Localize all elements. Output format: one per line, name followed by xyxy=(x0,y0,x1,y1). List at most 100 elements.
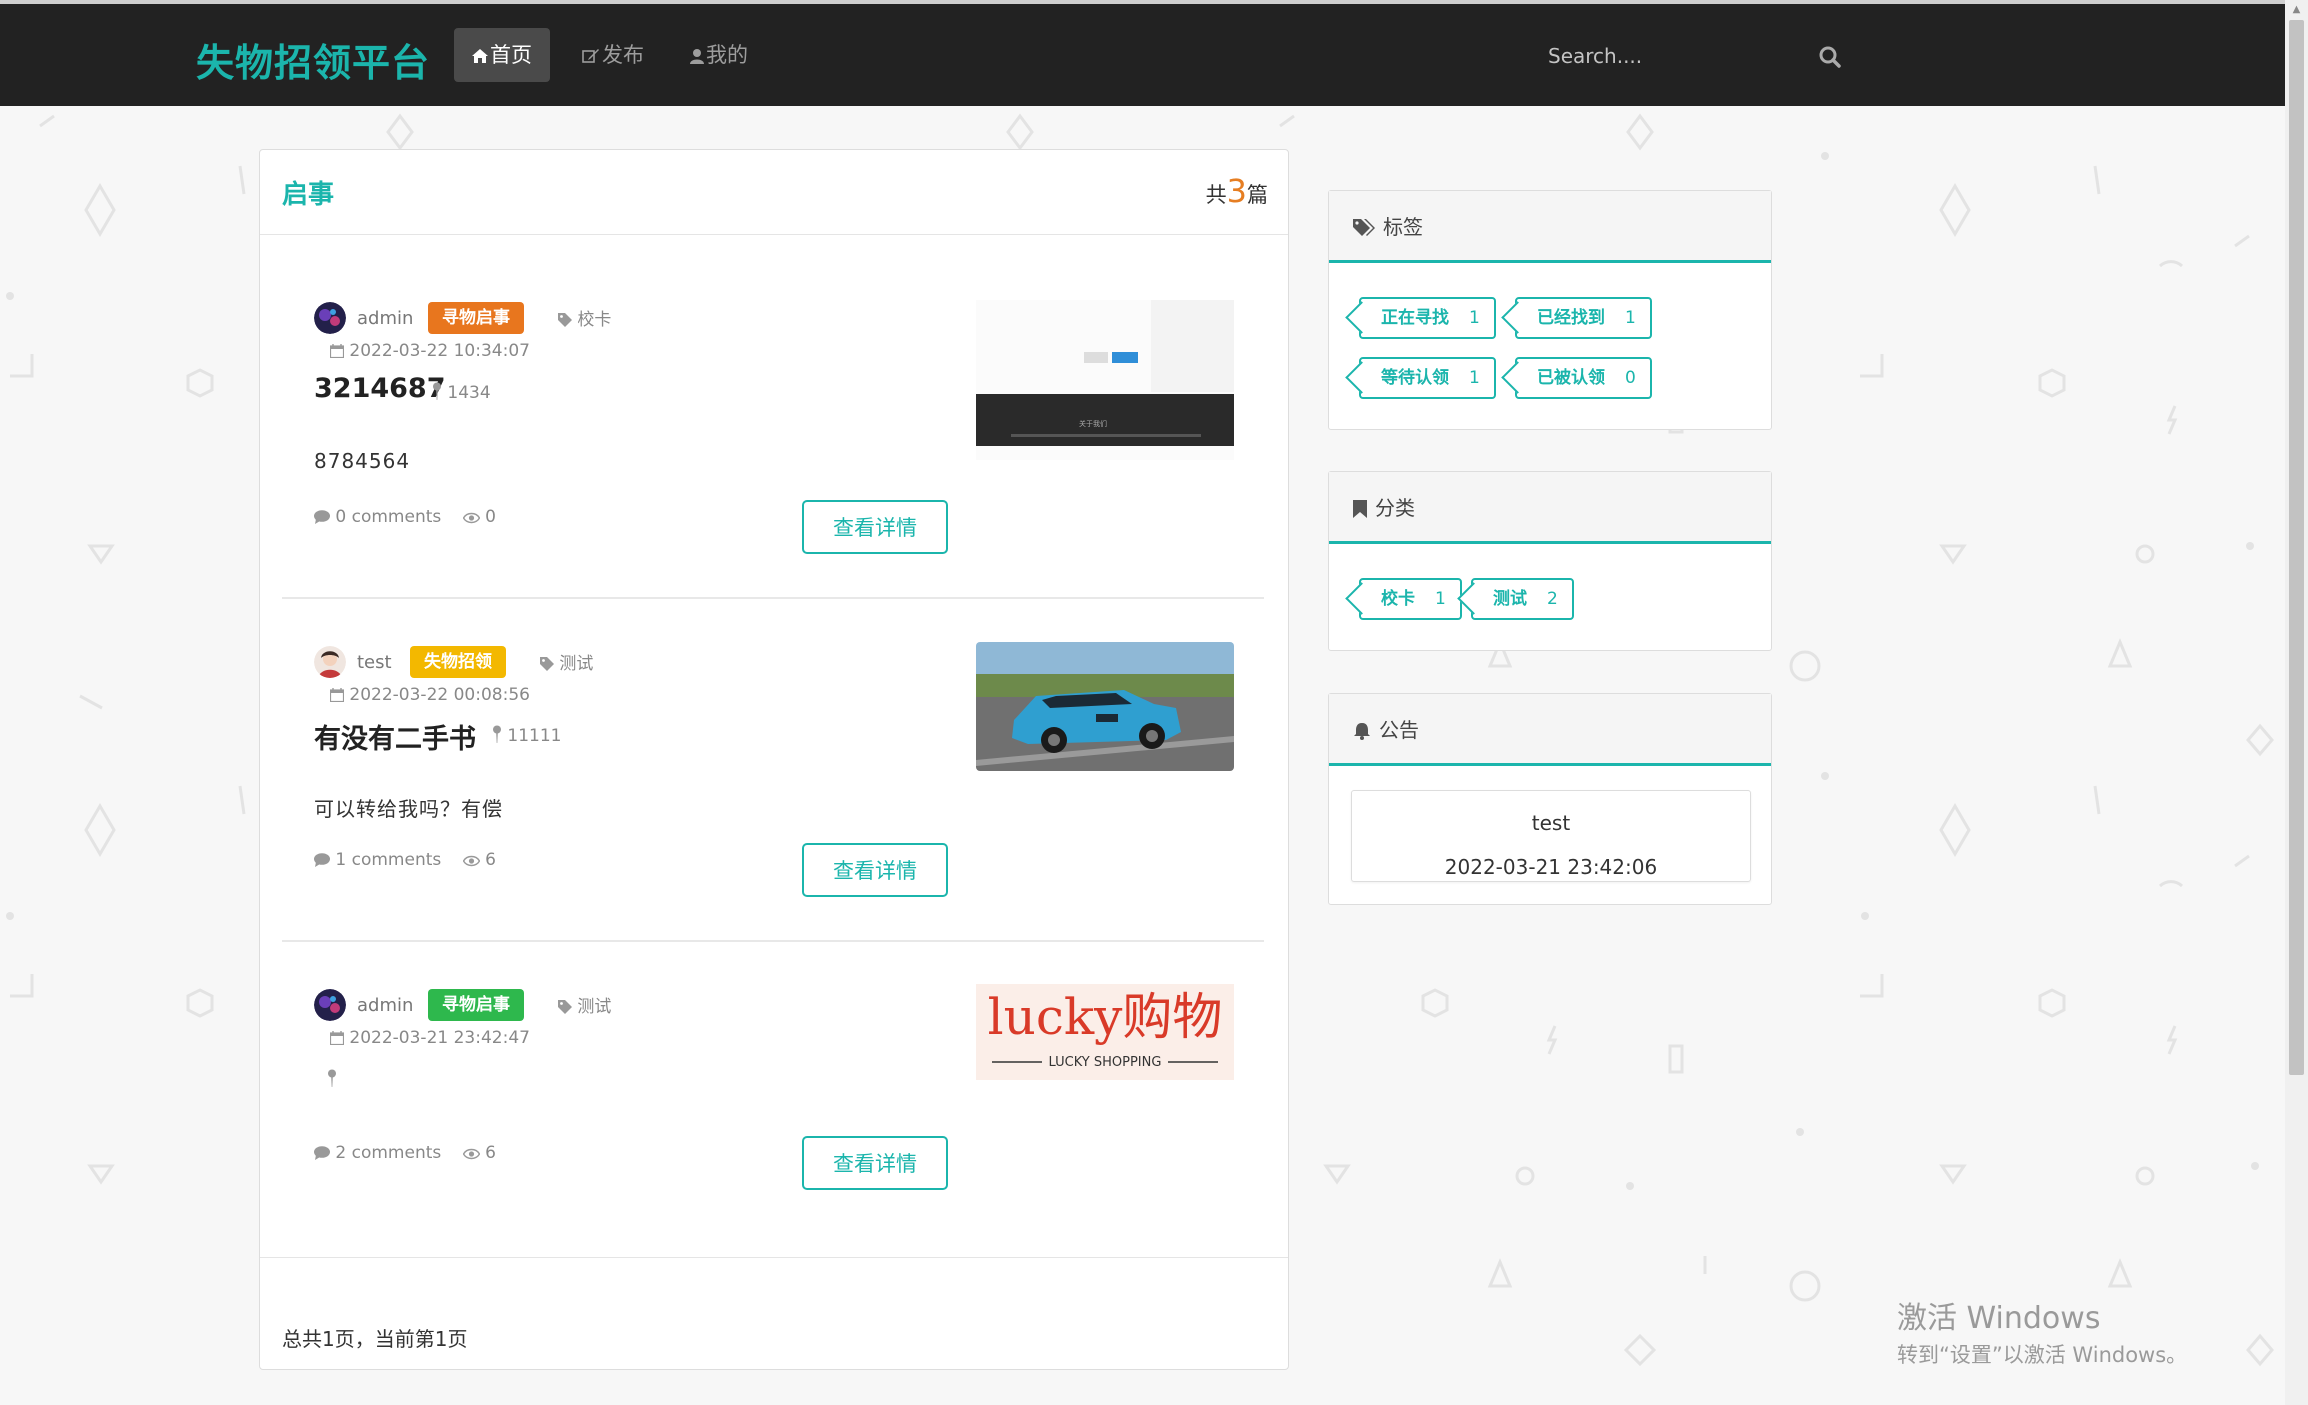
view-detail-button[interactable]: 查看详情 xyxy=(802,843,948,897)
tag-chip-count: 1 xyxy=(1469,368,1480,388)
tag-chip[interactable]: 已经找到 1 xyxy=(1515,297,1652,339)
author-name[interactable]: admin xyxy=(357,308,413,329)
category-tag-label: 测试 xyxy=(577,997,612,1017)
count-suffix: 篇 xyxy=(1247,183,1268,207)
article-title[interactable]: 3214687 xyxy=(314,373,446,404)
post-date-text: 2022-03-22 10:34:07 xyxy=(349,341,530,361)
user-icon xyxy=(690,49,704,64)
nav-mine[interactable]: 我的 xyxy=(672,28,766,82)
pin-icon xyxy=(433,382,441,400)
search-icon[interactable] xyxy=(1817,44,1843,70)
location-text: 11111 xyxy=(507,726,562,746)
count-prefix: 共 xyxy=(1205,183,1227,207)
home-icon xyxy=(472,49,488,63)
type-badge: 寻物启事 xyxy=(428,989,524,1021)
article-meta: 1 comments 6 xyxy=(314,850,496,870)
article-summary: 8784564 xyxy=(314,449,411,473)
category-tag[interactable]: 测试 xyxy=(558,992,611,1017)
edit-icon xyxy=(582,49,599,63)
watermark-line1: 激活 Windows xyxy=(1897,1301,2101,1336)
tag-icon xyxy=(558,313,572,327)
comment-icon xyxy=(314,853,330,867)
tag-chip[interactable]: 正在寻找 1 xyxy=(1359,297,1496,339)
comment-icon xyxy=(314,510,330,524)
tags-panel-header: 标签 xyxy=(1329,191,1771,263)
post-date: 2022-03-21 23:42:47 xyxy=(329,1028,530,1048)
post-date: 2022-03-22 10:34:07 xyxy=(329,341,530,361)
eye-icon xyxy=(462,855,480,867)
article-thumbnail[interactable]: lucky购物 LUCKY SHOPPING xyxy=(976,984,1234,1080)
notice-panel-title: 公告 xyxy=(1379,718,1419,742)
calendar-icon xyxy=(329,1031,345,1046)
bell-icon xyxy=(1354,723,1370,740)
categories-panel-header: 分类 xyxy=(1329,472,1771,544)
tag-chip-label: 已经找到 xyxy=(1537,308,1605,328)
view-count: 6 xyxy=(485,850,496,870)
comment-count: 1 comments xyxy=(335,850,442,870)
tag-chip-label: 正在寻找 xyxy=(1381,308,1449,328)
windows-activation-watermark: 激活 Windows 转到“设置”以激活 Windows。 xyxy=(1897,1293,2187,1369)
location: 11111 xyxy=(492,725,562,746)
scrollbar-thumb[interactable] xyxy=(2289,20,2304,1075)
tag-icon xyxy=(558,1000,572,1014)
notice-item-title: test xyxy=(1531,811,1571,835)
notice-list-panel: 启事 共3篇 admin 寻物启事 校卡 2022-03-22 10:34:07… xyxy=(259,149,1289,1370)
location xyxy=(327,1069,337,1090)
tag-chip[interactable]: 等待认领 1 xyxy=(1359,357,1496,399)
article-meta: 2 comments 6 xyxy=(314,1143,496,1163)
notice-panel: 公告 test 2022-03-21 23:42:06 xyxy=(1328,693,1772,905)
category-chip-label: 测试 xyxy=(1493,589,1527,609)
nav-publish-label: 发布 xyxy=(602,43,644,67)
view-count: 0 xyxy=(485,507,496,527)
notice-item-time: 2022-03-21 23:42:06 xyxy=(1444,855,1658,879)
categories-panel-title: 分类 xyxy=(1375,496,1415,520)
category-chip-label: 校卡 xyxy=(1381,589,1415,609)
panel-title: 启事 xyxy=(282,180,335,210)
pager-divider xyxy=(260,1257,1288,1258)
category-tag[interactable]: 校卡 xyxy=(558,305,611,330)
view-detail-button[interactable]: 查看详情 xyxy=(802,1136,948,1190)
brand-logo[interactable]: 失物招领平台 xyxy=(196,32,430,87)
tags-panel: 标签 正在寻找 1 已经找到 1 等待认领 1 已被认领 0 xyxy=(1328,190,1772,430)
category-chip[interactable]: 测试 2 xyxy=(1471,578,1574,620)
category-tag-label: 校卡 xyxy=(577,310,612,330)
tags-panel-title: 标签 xyxy=(1383,215,1423,239)
nav-home[interactable]: 首页 xyxy=(454,28,550,82)
view-detail-button[interactable]: 查看详情 xyxy=(802,500,948,554)
search-input[interactable] xyxy=(1548,36,1848,76)
bookmark-icon xyxy=(1353,500,1367,518)
tag-icon xyxy=(540,657,554,671)
nav-publish[interactable]: 发布 xyxy=(564,28,662,82)
category-tag[interactable]: 测试 xyxy=(540,649,593,674)
watermark-line2: 转到“设置”以激活 Windows。 xyxy=(1897,1343,2188,1367)
article-title[interactable]: 有没有二手书 xyxy=(314,717,476,756)
category-chip-count: 2 xyxy=(1547,589,1558,609)
category-chip-count: 1 xyxy=(1435,589,1446,609)
notice-item[interactable]: test 2022-03-21 23:42:06 xyxy=(1351,790,1751,882)
eye-icon xyxy=(462,1148,480,1160)
nav-mine-label: 我的 xyxy=(706,43,748,67)
categories-panel: 分类 校卡 1 测试 2 xyxy=(1328,471,1772,651)
calendar-icon xyxy=(329,344,345,359)
count-number: 3 xyxy=(1226,172,1247,210)
author-name[interactable]: admin xyxy=(357,995,413,1016)
avatar xyxy=(314,989,346,1021)
thumb-logo-sub: LUCKY SHOPPING xyxy=(1049,1055,1162,1070)
avatar xyxy=(314,302,346,334)
post-date: 2022-03-22 00:08:56 xyxy=(329,685,530,705)
category-chip[interactable]: 校卡 1 xyxy=(1359,578,1462,620)
type-badge: 失物招领 xyxy=(410,646,506,678)
calendar-icon xyxy=(329,688,345,703)
scroll-up-arrow[interactable]: ▲ xyxy=(2289,4,2304,16)
tag-chip[interactable]: 已被认领 0 xyxy=(1515,357,1652,399)
pin-icon xyxy=(328,1069,336,1087)
author-name[interactable]: test xyxy=(357,652,392,673)
tags-icon xyxy=(1353,219,1375,236)
tag-chip-label: 等待认领 xyxy=(1381,368,1449,388)
article-count: 共3篇 xyxy=(1206,172,1268,210)
article-thumbnail[interactable] xyxy=(976,642,1234,771)
view-count: 6 xyxy=(485,1143,496,1163)
comment-count: 2 comments xyxy=(335,1143,442,1163)
article-thumbnail[interactable]: 关于我们 xyxy=(976,300,1234,460)
nav-home-label: 首页 xyxy=(490,43,532,67)
